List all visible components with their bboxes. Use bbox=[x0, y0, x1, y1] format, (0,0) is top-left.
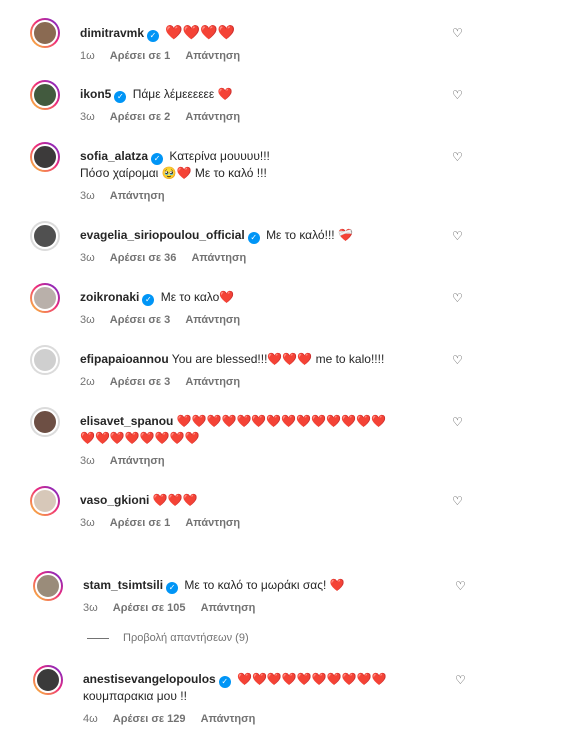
verified-badge-icon: ✓ bbox=[166, 582, 179, 594]
comment-time: 2ω bbox=[80, 376, 95, 388]
comment-text: ❤️❤️❤️ bbox=[152, 493, 198, 507]
comment-text: You are blessed!!!❤️❤️❤️ me to kalo!!!! bbox=[171, 352, 385, 366]
username[interactable]: evagelia_siriopoulou_official bbox=[80, 228, 245, 242]
comment-body: elisavet_spanou ❤️❤️❤️❤️❤️❤️❤️❤️❤️❤️❤️❤️… bbox=[80, 413, 460, 470]
username[interactable]: efipapaioannou bbox=[80, 352, 169, 366]
comment-meta: 3ω Αρέσει σε 1 Απάντηση bbox=[80, 515, 460, 532]
comment-time: 3ω bbox=[80, 455, 95, 467]
likes-count[interactable]: Αρέσει σε 1 bbox=[110, 517, 171, 529]
username[interactable]: zoikronaki bbox=[80, 290, 139, 304]
comment-time: 3ω bbox=[83, 602, 98, 614]
username[interactable]: stam_tsimtsili bbox=[83, 578, 163, 592]
view-replies-label: Προβολή απαντήσεων (9) bbox=[123, 632, 249, 644]
comment-text: Με το καλό!!! ❤️‍🩹 bbox=[266, 228, 353, 242]
avatar[interactable] bbox=[30, 407, 60, 437]
username[interactable]: elisavet_spanou bbox=[80, 414, 173, 428]
avatar[interactable] bbox=[30, 221, 60, 251]
heart-outline-icon[interactable]: ♡ bbox=[452, 27, 464, 39]
verified-badge-icon: ✓ bbox=[114, 91, 127, 103]
likes-count[interactable]: Αρέσει σε 105 bbox=[113, 602, 186, 614]
comment-time: 3ω bbox=[80, 252, 95, 264]
comment-meta: 3ω Αρέσει σε 3 Απάντηση bbox=[80, 312, 460, 329]
heart-outline-icon[interactable]: ♡ bbox=[455, 674, 467, 686]
likes-count[interactable]: Αρέσει σε 3 bbox=[110, 376, 171, 388]
verified-badge-icon: ✓ bbox=[147, 30, 160, 42]
heart-outline-icon[interactable]: ♡ bbox=[452, 230, 464, 242]
verified-badge-icon: ✓ bbox=[218, 676, 231, 688]
comment-time: 1ω bbox=[80, 50, 95, 62]
comment-body: anestisevangelopoulos ✓ ❤️❤️❤️❤️❤️❤️❤️❤️❤… bbox=[83, 671, 463, 728]
verified-badge-icon: ✓ bbox=[142, 294, 155, 306]
comment-body: zoikronaki ✓ Με το καλο❤️ 3ω Αρέσει σε 3 … bbox=[80, 289, 460, 329]
verified-badge-icon: ✓ bbox=[151, 153, 164, 165]
comment-body: stam_tsimtsili ✓ Με το καλό το μωράκι σας… bbox=[83, 577, 463, 617]
heart-outline-icon[interactable]: ♡ bbox=[452, 292, 464, 304]
likes-count[interactable]: Αρέσει σε 2 bbox=[110, 111, 171, 123]
username[interactable]: vaso_gkioni bbox=[80, 493, 149, 507]
likes-count[interactable]: Αρέσει σε 1 bbox=[110, 50, 171, 62]
likes-count[interactable]: Αρέσει σε 36 bbox=[110, 252, 177, 264]
avatar[interactable] bbox=[33, 665, 63, 695]
avatar[interactable] bbox=[30, 486, 60, 516]
heart-outline-icon[interactable]: ♡ bbox=[455, 580, 467, 592]
comment-text: Πάμε λέμεεεεεε ❤️ bbox=[132, 87, 233, 101]
username[interactable]: sofia_alatza bbox=[80, 149, 148, 163]
avatar[interactable] bbox=[30, 18, 60, 48]
reply-button[interactable]: Απάντηση bbox=[110, 455, 165, 467]
heart-outline-icon[interactable]: ♡ bbox=[452, 416, 464, 428]
reply-button[interactable]: Απάντηση bbox=[185, 314, 240, 326]
avatar[interactable] bbox=[30, 283, 60, 313]
avatar[interactable] bbox=[30, 345, 60, 375]
comment-text: ❤️❤️❤️❤️ bbox=[165, 24, 236, 40]
heart-outline-icon[interactable]: ♡ bbox=[452, 89, 464, 101]
likes-count[interactable]: Αρέσει σε 129 bbox=[113, 713, 186, 725]
comment-body: dimitravmk ✓ ❤️❤️❤️❤️ 1ω Αρέσει σε 1 Απάν… bbox=[80, 24, 460, 65]
comment-time: 3ω bbox=[80, 314, 95, 326]
comment-meta: 2ω Αρέσει σε 3 Απάντηση bbox=[80, 374, 460, 391]
reply-button[interactable]: Απάντηση bbox=[110, 190, 165, 202]
avatar[interactable] bbox=[33, 571, 63, 601]
comment-body: sofia_alatza ✓ Κατερίνα μουυυυ!!! Πόσο χα… bbox=[80, 148, 460, 205]
likes-count[interactable]: Αρέσει σε 3 bbox=[110, 314, 171, 326]
comment-body: vaso_gkioni ❤️❤️❤️ 3ω Αρέσει σε 1 Απάντη… bbox=[80, 492, 460, 532]
comment-body: efipapaioannou You are blessed!!!❤️❤️❤️ … bbox=[80, 351, 460, 391]
view-replies-button[interactable]: Προβολή απαντήσεων (9) bbox=[87, 632, 249, 644]
reply-button[interactable]: Απάντηση bbox=[185, 376, 240, 388]
reply-button[interactable]: Απάντηση bbox=[185, 111, 240, 123]
comment-meta: 3ω Απάντηση bbox=[80, 188, 460, 205]
comment-meta: 3ω Αρέσει σε 36 Απάντηση bbox=[80, 250, 460, 267]
avatar[interactable] bbox=[30, 80, 60, 110]
username[interactable]: dimitravmk bbox=[80, 26, 144, 40]
comment-meta: 1ω Αρέσει σε 1 Απάντηση bbox=[80, 48, 460, 65]
reply-button[interactable]: Απάντηση bbox=[191, 252, 246, 264]
comment-meta: 3ω Αρέσει σε 105 Απάντηση bbox=[83, 600, 463, 617]
comment-meta: 3ω Αρέσει σε 2 Απάντηση bbox=[80, 109, 460, 126]
heart-outline-icon[interactable]: ♡ bbox=[452, 495, 464, 507]
comment-body: ikon5 ✓ Πάμε λέμεεεεεε ❤️ 3ω Αρέσει σε 2 … bbox=[80, 86, 460, 126]
comment-time: 3ω bbox=[80, 190, 95, 202]
comment-text: Με το καλο❤️ bbox=[160, 290, 235, 304]
divider-line bbox=[87, 637, 109, 639]
reply-button[interactable]: Απάντηση bbox=[201, 602, 256, 614]
comment-meta: 3ω Απάντηση bbox=[80, 453, 460, 470]
heart-outline-icon[interactable]: ♡ bbox=[452, 354, 464, 366]
verified-badge-icon: ✓ bbox=[247, 232, 260, 244]
username[interactable]: ikon5 bbox=[80, 87, 111, 101]
comment-time: 3ω bbox=[80, 111, 95, 123]
heart-outline-icon[interactable]: ♡ bbox=[452, 151, 464, 163]
comment-meta: 4ω Αρέσει σε 129 Απάντηση bbox=[83, 711, 463, 728]
reply-button[interactable]: Απάντηση bbox=[185, 50, 240, 62]
reply-button[interactable]: Απάντηση bbox=[185, 517, 240, 529]
avatar[interactable] bbox=[30, 142, 60, 172]
comment-text: Με το καλό το μωράκι σας! ❤️ bbox=[184, 578, 345, 592]
comment-time: 3ω bbox=[80, 517, 95, 529]
username[interactable]: anestisevangelopoulos bbox=[83, 672, 216, 686]
comment-time: 4ω bbox=[83, 713, 98, 725]
reply-button[interactable]: Απάντηση bbox=[201, 713, 256, 725]
comment-body: evagelia_siriopoulou_official ✓ Με το καλ… bbox=[80, 227, 460, 267]
